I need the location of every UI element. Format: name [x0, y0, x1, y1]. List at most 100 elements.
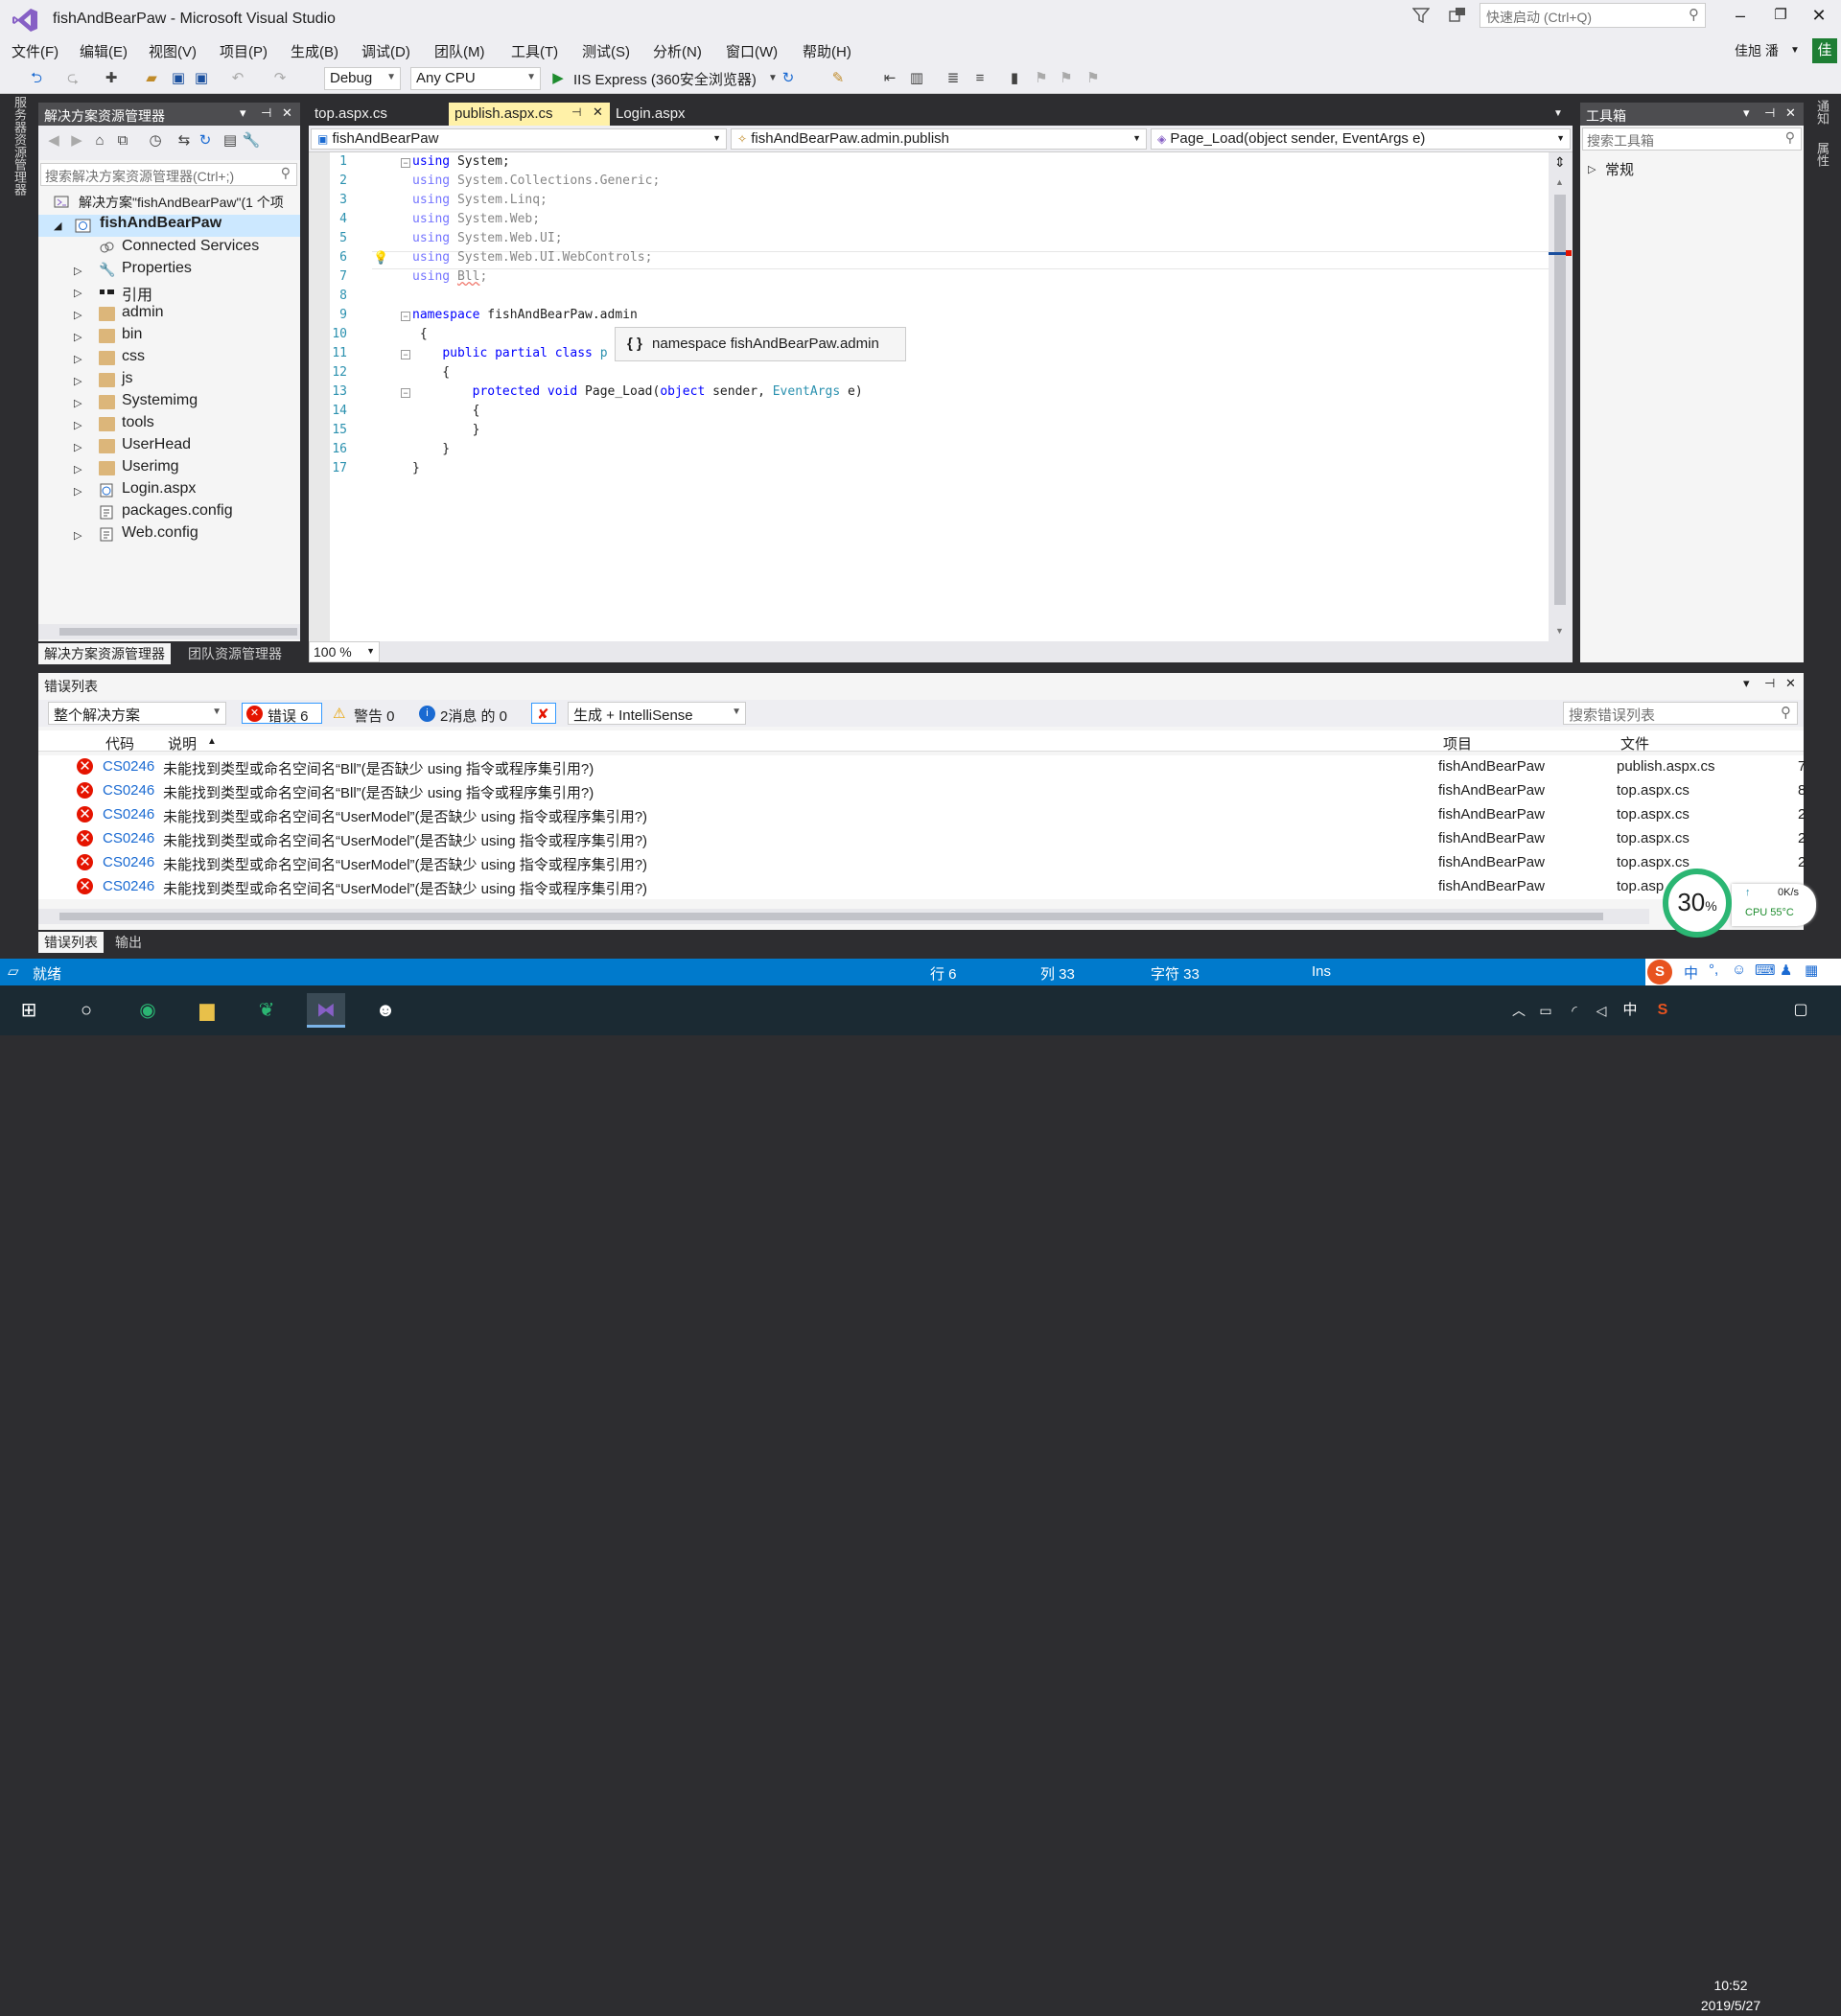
tab-top-aspx-cs[interactable]: top.aspx.cs [309, 103, 393, 126]
user-name[interactable]: 佳旭 潘 [1735, 41, 1779, 60]
close-icon[interactable]: ✕ [282, 105, 292, 121]
build-filter-toggle[interactable]: ✘ [531, 703, 556, 724]
nav-member-select[interactable]: ◈ Page_Load(object sender, EventArgs e) … [1151, 128, 1571, 150]
column-file[interactable]: 文件 [1620, 733, 1649, 753]
menu-window[interactable]: 窗口(W) [726, 41, 778, 61]
solution-node[interactable]: 解决方案"fishAndBearPaw"(1 个项 [79, 193, 284, 212]
quick-launch-input[interactable]: 快速启动 (Ctrl+Q) ⚲ [1480, 3, 1706, 28]
save-all-icon[interactable]: ▣ [192, 69, 211, 88]
forward-icon[interactable]: ▶ [67, 131, 86, 151]
pin-icon[interactable]: ⊣ [1764, 676, 1775, 691]
collapse-toggle[interactable]: − [401, 158, 410, 168]
errors-filter-button[interactable]: ✕ 错误 6 [242, 703, 322, 725]
pending-changes-icon[interactable]: ◷ [146, 131, 165, 151]
menu-tools[interactable]: 工具(T) [511, 41, 558, 61]
collapsed-arrow-icon[interactable]: ▷ [74, 419, 82, 431]
tree-item-systemimg[interactable]: Systemimg [122, 392, 198, 409]
wechat-icon[interactable]: ❦ [247, 993, 286, 1028]
prev-bookmark-icon[interactable]: ⚑ [1032, 69, 1051, 88]
emoji-icon[interactable]: ☺ [1732, 962, 1746, 978]
menu-analyze[interactable]: 分析(N) [653, 41, 702, 61]
sync-icon[interactable]: ⇆ [175, 131, 194, 151]
indent-icon[interactable]: ≣ [944, 69, 963, 88]
collapsed-arrow-icon[interactable]: ▷ [74, 463, 82, 475]
tree-item-packages-config[interactable]: packages.config [122, 502, 233, 520]
error-code[interactable]: CS0246 [103, 854, 154, 870]
error-code[interactable]: CS0246 [103, 806, 154, 823]
menu-view[interactable]: 视图(V) [149, 41, 197, 61]
configuration-select[interactable]: Debug ▼ [324, 67, 401, 90]
layout-icon[interactable]: ▥ [907, 69, 926, 88]
collapsed-arrow-icon[interactable]: ▷ [74, 353, 82, 365]
tree-item-js[interactable]: js [122, 370, 133, 387]
feedback-icon[interactable] [1448, 6, 1467, 25]
split-icon[interactable]: ⇕ [1554, 154, 1566, 171]
editor-horizontal-scrollbar[interactable] [380, 641, 1573, 662]
server-explorer-tab[interactable]: 服务器资源管理器 [10, 96, 29, 196]
tree-item-tools[interactable]: tools [122, 414, 154, 431]
tab-solution-explorer[interactable]: 解决方案资源管理器 [38, 643, 171, 664]
tree-item-login-aspx[interactable]: Login.aspx [122, 480, 196, 498]
undo-icon[interactable]: ↶ [228, 69, 247, 88]
table-row[interactable]: ✕ CS0246 未能找到类型或命名空间名“UserModel”(是否缺少 us… [38, 875, 1804, 899]
menu-project[interactable]: 项目(P) [220, 41, 268, 61]
notification-center-icon[interactable]: ▢ [1782, 993, 1820, 1028]
warnings-filter-button[interactable]: ⚠ 警告 0 [328, 703, 408, 725]
step-icon[interactable]: ⇤ [880, 69, 899, 88]
properties-tab[interactable]: 属性 [1812, 142, 1831, 167]
messages-filter-button[interactable]: i 2消息 的 0 [414, 703, 520, 725]
back-icon[interactable]: ◀ [44, 131, 63, 151]
menu-help[interactable]: 帮助(H) [803, 41, 851, 61]
user-icon[interactable]: ♟ [1780, 962, 1792, 979]
tab-publish-aspx-cs[interactable]: publish.aspx.cs ⊣ ✕ [449, 103, 610, 126]
menu-debug[interactable]: 调试(D) [361, 41, 410, 61]
chevron-down-icon[interactable]: ▾ [240, 105, 246, 121]
search-icon[interactable]: ○ [67, 993, 105, 1028]
column-project[interactable]: 项目 [1443, 733, 1472, 753]
error-code[interactable]: CS0246 [103, 758, 154, 775]
collapsed-arrow-icon[interactable]: ▷ [74, 397, 82, 409]
menu-build[interactable]: 生成(B) [291, 41, 338, 61]
taskbar-clock[interactable]: 10:52 2019/5/27 [1688, 1976, 1774, 2016]
solution-explorer-hscroll[interactable] [38, 624, 300, 639]
menu-test[interactable]: 测试(S) [582, 41, 630, 61]
editor-vertical-scrollbar[interactable]: ⇕ ▲ ▼ [1549, 152, 1573, 641]
close-icon[interactable]: ✕ [1785, 105, 1796, 121]
cpu-usage-ring[interactable]: 30% [1663, 869, 1732, 938]
lightbulb-icon[interactable]: 💡 [373, 250, 388, 266]
table-row[interactable]: ✕ CS0246 未能找到类型或命名空间名“UserModel”(是否缺少 us… [38, 803, 1806, 827]
tree-item-css[interactable]: css [122, 348, 145, 365]
nav-project-select[interactable]: ▣ fishAndBearPaw ▼ [311, 128, 727, 150]
project-node[interactable]: fishAndBearPaw [100, 215, 221, 232]
punctuation-icon[interactable]: °, [1709, 962, 1718, 978]
error-search-input[interactable]: 搜索错误列表 ⚲ [1563, 702, 1798, 725]
expanded-arrow-icon[interactable]: ◢ [54, 220, 61, 232]
close-button[interactable]: ✕ [1805, 6, 1833, 31]
collapsed-arrow-icon[interactable]: ▷ [74, 265, 82, 277]
scroll-down-icon[interactable]: ▼ [1555, 626, 1564, 636]
windows-start-icon[interactable]: ⊞ [10, 993, 48, 1028]
minimize-button[interactable]: – [1726, 6, 1755, 31]
tab-error-list[interactable]: 错误列表 [38, 932, 104, 953]
redo-icon[interactable]: ↷ [270, 69, 290, 88]
table-row[interactable]: ✕ CS0246 未能找到类型或命名空间名“UserModel”(是否缺少 us… [38, 851, 1806, 875]
tree-item-admin[interactable]: admin [122, 304, 164, 321]
solution-search-input[interactable]: 搜索解决方案资源管理器(Ctrl+;) ⚲ [40, 163, 297, 186]
table-row[interactable]: ✕ CS0246 未能找到类型或命名空间名“Bll”(是否缺少 using 指令… [38, 779, 1806, 803]
code-editor[interactable]: 1 2 3 4 5 6 7 8 9 10 11 12 13 14 15 16 1… [309, 152, 1571, 641]
platform-select[interactable]: Any CPU ▼ [410, 67, 541, 90]
column-description[interactable]: 说明 [168, 733, 197, 753]
tree-item-references[interactable]: 引用 [122, 282, 152, 305]
menu-edit[interactable]: 编辑(E) [80, 41, 128, 61]
table-row[interactable]: ✕ CS0246 未能找到类型或命名空间名“Bll”(是否缺少 using 指令… [38, 755, 1806, 779]
find-icon[interactable]: ✎ [828, 69, 848, 88]
scroll-thumb[interactable] [59, 913, 1603, 920]
error-code[interactable]: CS0246 [103, 878, 154, 894]
browser-360-icon[interactable]: ◉ [128, 993, 167, 1028]
sogou-tray-icon[interactable]: S [1643, 993, 1682, 1028]
pin-icon[interactable]: ⊣ [1764, 105, 1775, 121]
pin-icon[interactable]: ⊣ [571, 105, 581, 119]
tree-item-properties[interactable]: Properties [122, 260, 192, 277]
ime-toolbar[interactable]: S 中 °, ☺ ⌨ ♟ ▦ [1645, 959, 1841, 985]
tab-team-explorer[interactable]: 团队资源管理器 [182, 643, 288, 664]
